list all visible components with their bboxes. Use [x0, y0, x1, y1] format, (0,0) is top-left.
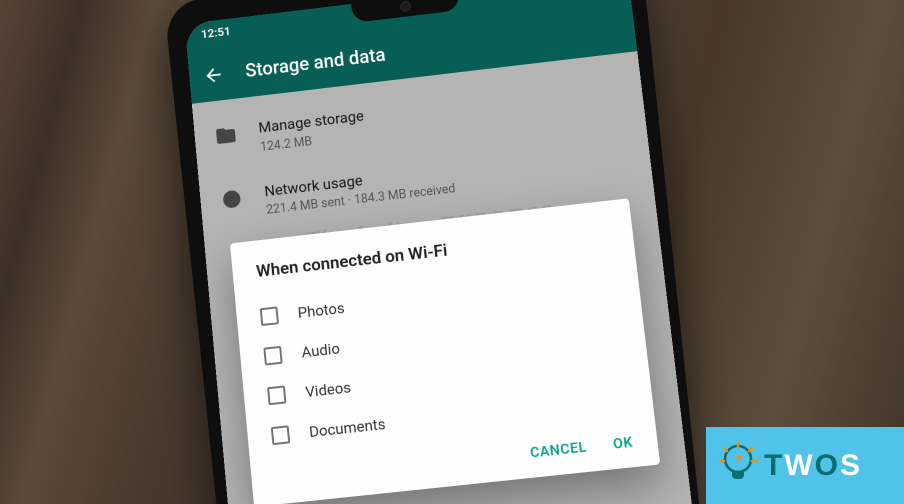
phone-screen: 12:51 ▾ 64% Storage and data	[185, 0, 704, 504]
cancel-button[interactable]: CANCEL	[529, 439, 587, 461]
status-time: 12:51	[200, 24, 231, 41]
ok-button[interactable]: OK	[612, 434, 634, 452]
option-label: Documents	[308, 415, 386, 441]
checkbox-photos[interactable]	[260, 306, 279, 326]
option-label: Photos	[297, 299, 345, 322]
option-label: Videos	[305, 378, 352, 401]
page-title: Storage and data	[244, 43, 386, 82]
phone-frame: 12:51 ▾ 64% Storage and data	[164, 0, 710, 504]
wifi-media-dialog: When connected on Wi-Fi Photos Audio Vid…	[230, 198, 660, 504]
back-arrow-icon[interactable]	[202, 64, 225, 87]
svg-text:?: ?	[734, 452, 742, 467]
checkbox-documents[interactable]	[271, 425, 290, 445]
lightbulb-icon: ?	[718, 441, 758, 491]
checkbox-audio[interactable]	[263, 346, 282, 366]
twos-text: TWOS	[764, 449, 862, 483]
checkbox-videos[interactable]	[267, 385, 286, 405]
option-label: Audio	[301, 339, 341, 361]
twos-badge: ? TWOS	[706, 427, 904, 504]
